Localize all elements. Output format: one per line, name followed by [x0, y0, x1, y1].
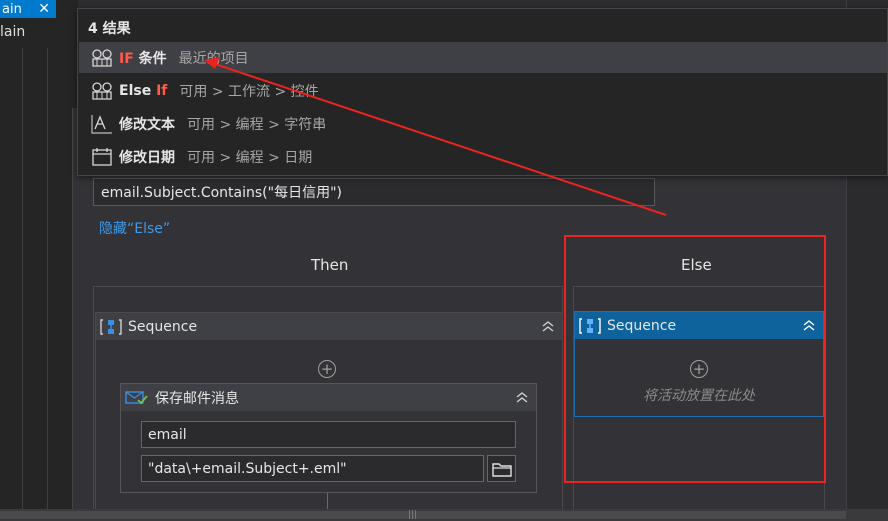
- hide-else-link[interactable]: 隐藏“Else”: [99, 218, 170, 238]
- result-item-modify-text[interactable]: 修改文本 可用 > 编程 > 字符串: [79, 108, 887, 139]
- result-desc: 可用 > 工作流 > 控件: [179, 83, 319, 100]
- activity-title: 保存邮件消息: [155, 390, 239, 407]
- result-item-else-if[interactable]: Else If 可用 > 工作流 > 控件: [79, 75, 887, 106]
- main-label: lain: [0, 24, 26, 40]
- calendar-icon: [89, 146, 115, 168]
- result-name: IF 条件: [119, 50, 167, 67]
- sequence-header[interactable]: Sequence: [96, 313, 562, 340]
- tab-title: ain: [2, 1, 22, 17]
- mail-check-icon: [125, 390, 149, 406]
- mail-message-field[interactable]: email: [141, 421, 516, 448]
- result-desc: 可用 > 编程 > 字符串: [187, 116, 327, 133]
- add-activity-icon[interactable]: +: [318, 360, 336, 378]
- sequence-label: Sequence: [128, 318, 198, 335]
- grip-icon: |||: [408, 510, 418, 520]
- text-edit-icon: [89, 113, 115, 135]
- left-panel: [0, 0, 78, 521]
- result-name: 修改日期: [119, 149, 175, 166]
- folder-icon: [491, 462, 512, 477]
- sequence-icon: [100, 318, 122, 336]
- then-title: Then: [311, 256, 349, 274]
- activity-icon: [89, 47, 115, 69]
- divider: [22, 48, 23, 509]
- browse-folder-button[interactable]: [487, 455, 516, 482]
- connector-line: [327, 493, 328, 509]
- tab-main[interactable]: ain ✕: [0, 0, 56, 18]
- result-desc: 可用 > 编程 > 日期: [187, 149, 313, 166]
- result-count: 4 结果: [88, 21, 131, 37]
- result-item-if[interactable]: IF 条件 最近的项目: [79, 42, 887, 73]
- file-path-field[interactable]: "data\+email.Subject+.eml": [141, 455, 484, 482]
- result-name: 修改文本: [119, 116, 175, 133]
- scrollbar-thumb[interactable]: [0, 511, 846, 519]
- annotation-highlight-box: [564, 235, 826, 483]
- result-desc: 最近的项目: [178, 50, 249, 67]
- collapse-icon[interactable]: [540, 318, 556, 334]
- activity-search-popup: 4 结果 IF 条件 最近的项目 Else If 可用 > 工作流 > 控件 修…: [77, 8, 888, 176]
- condition-input[interactable]: email.Subject.Contains("每日信用"): [93, 178, 655, 206]
- divider: [47, 48, 48, 509]
- result-name: Else If: [119, 82, 168, 99]
- activity-icon: [89, 80, 115, 102]
- activity-header[interactable]: 保存邮件消息: [121, 384, 536, 411]
- result-item-modify-date[interactable]: 修改日期 可用 > 编程 > 日期: [79, 141, 887, 172]
- collapse-icon[interactable]: [514, 389, 530, 405]
- close-icon[interactable]: ✕: [38, 1, 50, 17]
